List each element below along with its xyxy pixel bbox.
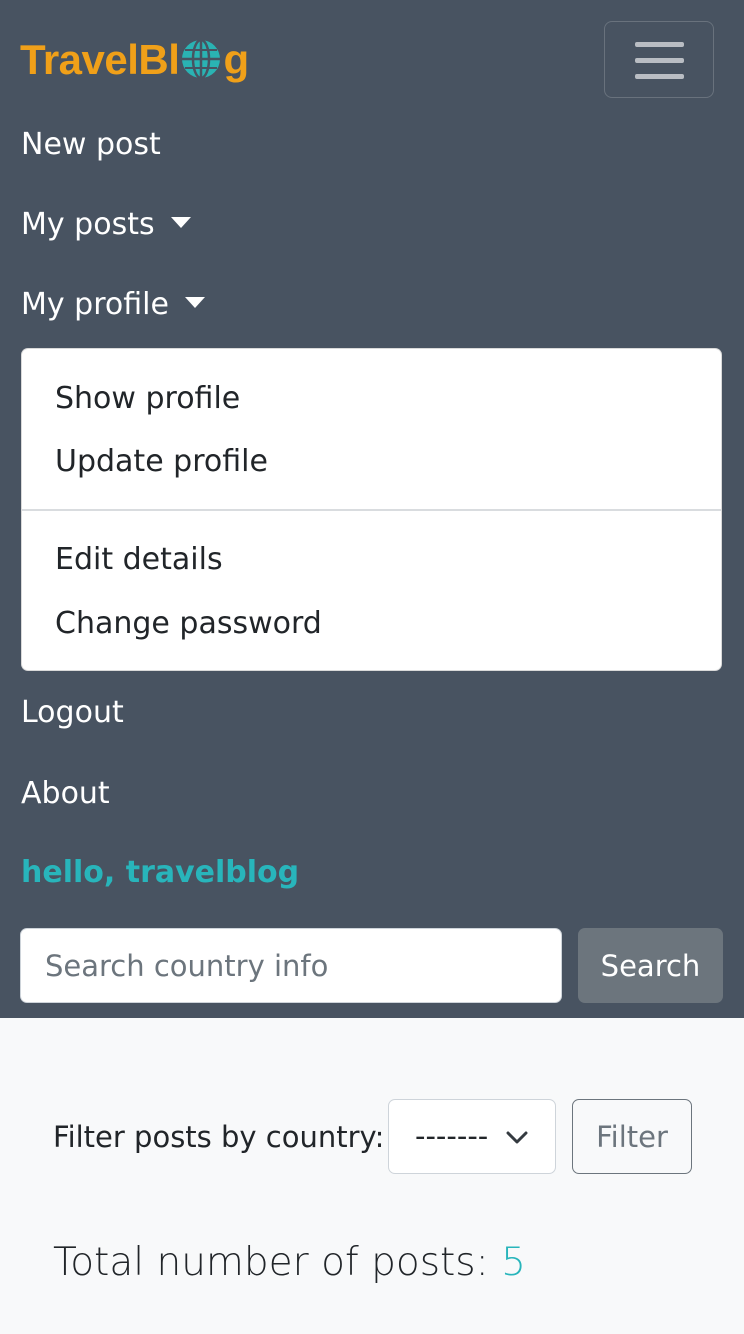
country-select-value: --------- (415, 1119, 487, 1153)
globe-icon (180, 38, 222, 80)
caret-down-icon (170, 217, 191, 228)
chevron-down-icon (506, 1131, 528, 1144)
total-posts: Total number of posts: 5 (53, 1238, 526, 1288)
brand-logo[interactable]: TravelBl g (20, 32, 249, 88)
nav-my-posts-label: My posts (21, 207, 155, 242)
filter-button[interactable]: Filter (572, 1099, 692, 1174)
nav-my-profile[interactable]: My profile (21, 285, 205, 325)
dropdown-item-edit-details[interactable]: Edit details (55, 540, 223, 580)
brand-text-suffix: g (223, 36, 249, 83)
nav-my-profile-label: My profile (21, 287, 169, 322)
dropdown-item-show-profile[interactable]: Show profile (55, 379, 240, 419)
navbar: TravelBl g New post My posts My profile … (0, 0, 744, 1018)
greeting-text: hello, travelblog (21, 855, 300, 890)
nav-my-posts[interactable]: My posts (21, 205, 191, 245)
total-posts-label: Total number of posts: (53, 1240, 489, 1285)
search-button[interactable]: Search (578, 928, 723, 1003)
search-input[interactable] (20, 928, 562, 1003)
nav-about[interactable]: About (21, 774, 110, 814)
nav-logout[interactable]: Logout (21, 693, 124, 733)
total-posts-count[interactable]: 5 (501, 1240, 526, 1285)
country-select[interactable]: --------- (388, 1099, 556, 1174)
dropdown-item-update-profile[interactable]: Update profile (55, 442, 268, 482)
dropdown-item-change-password[interactable]: Change password (55, 604, 322, 644)
dropdown-divider (22, 509, 721, 511)
brand-text-prefix: TravelBl (20, 36, 180, 83)
caret-down-icon (184, 297, 205, 308)
profile-dropdown-menu: Show profile Update profile Edit details… (21, 348, 722, 671)
navbar-toggler-button[interactable] (604, 21, 714, 98)
nav-new-post[interactable]: New post (21, 125, 161, 165)
filter-label: Filter posts by country: (53, 1120, 385, 1154)
